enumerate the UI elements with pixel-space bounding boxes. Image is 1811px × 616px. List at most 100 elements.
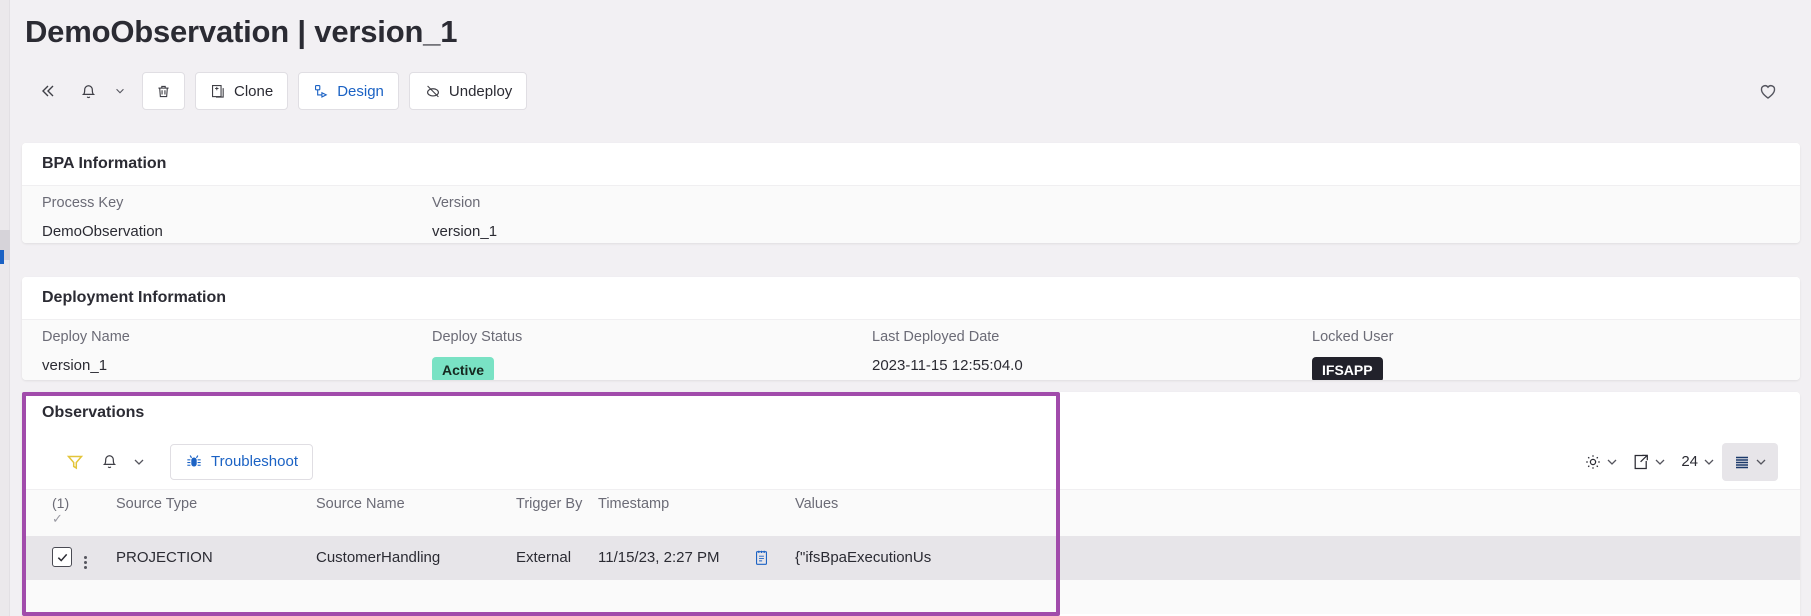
column-header-trigger-by[interactable]: Trigger By [516,489,598,536]
trash-icon [158,85,169,97]
select-all-check-icon[interactable]: ✓ [52,511,84,527]
observations-table: (1) ✓ Source Type Source Name Trigger By… [22,489,1800,580]
cell-timestamp: 11/15/23, 2:27 PM [598,535,753,580]
design-button-label: Design [337,82,384,100]
bug-icon [187,454,201,466]
observations-toolbar-right: 24 [1577,434,1778,489]
clone-icon [211,84,224,98]
deployment-information-card: Deployment Information Deploy Name versi… [22,277,1800,380]
deployment-information-fields: Deploy Name version_1 Deploy Status Acti… [22,319,1800,380]
undeploy-button[interactable]: Undeploy [408,72,528,110]
version-value: version_1 [432,223,498,240]
favorite-button[interactable] [1749,72,1787,110]
bell-icon [102,455,116,469]
export-control[interactable] [1625,443,1673,481]
last-deployed-date-label: Last Deployed Date [872,329,1000,345]
bell-icon [81,84,95,98]
observations-notifications-button[interactable] [92,444,126,480]
bpa-information-fields: Process Key DemoObservation Version vers… [22,185,1800,243]
troubleshoot-button[interactable]: Troubleshoot [170,443,313,480]
observations-title: Observations [22,392,1800,434]
gear-icon [1586,454,1601,469]
notifications-button[interactable] [68,72,108,110]
view-mode-control[interactable] [1722,442,1778,481]
undeploy-button-label: Undeploy [448,82,513,100]
delete-button[interactable] [142,72,185,110]
table-header-row: (1) ✓ Source Type Source Name Trigger By… [22,489,1800,536]
column-header-values[interactable]: Values [795,489,1800,536]
design-button[interactable]: Design [298,72,399,110]
locked-user-badge: IFSAPP [1312,357,1383,380]
observations-card: Observations Troubleshoot 24 (1) ✓ Sourc… [22,392,1800,616]
list-view-icon [1736,456,1748,468]
chevron-down-icon [1607,459,1617,465]
clone-button-label: Clone [234,82,274,100]
observations-table-body: PROJECTION CustomerHandling External 11/… [22,535,1800,580]
process-key-label: Process Key [42,195,124,211]
locked-user-value-wrap: IFSAPP [1312,351,1712,380]
page-toolbar: Clone Design Undeploy [28,72,528,110]
left-scroll-rail[interactable] [0,0,10,616]
cell-trigger-by: External [516,535,598,580]
observations-toolbar: Troubleshoot 24 [22,434,1800,489]
settings-control[interactable] [1577,443,1625,481]
deploy-status-label: Deploy Status [432,329,523,345]
deployment-information-title: Deployment Information [22,277,1800,319]
column-header-timestamp[interactable]: Timestamp [598,489,753,536]
column-header-source-name[interactable]: Source Name [316,489,516,536]
process-key-value: DemoObservation [42,223,163,240]
version-label: Version [432,195,481,211]
notifications-dropdown-button[interactable] [108,72,132,110]
bpa-information-card: BPA Information Process Key DemoObservat… [22,143,1800,243]
filter-button[interactable] [58,444,92,480]
row-menu-icon[interactable] [84,556,87,569]
column-header-source-type[interactable]: Source Type [116,489,316,536]
select-all-header[interactable]: (1) ✓ [22,489,84,536]
row-checkbox[interactable] [52,547,72,568]
page-size-control[interactable]: 24 [1673,443,1722,481]
deploy-name-label: Deploy Name [42,329,130,345]
clone-button[interactable]: Clone [195,72,289,110]
troubleshoot-button-label: Troubleshoot [211,453,298,470]
row-menu-cell[interactable] [84,535,116,580]
page-title: DemoObservation | version_1 [25,14,458,49]
heart-icon [1760,85,1776,99]
chevron-down-icon [116,88,124,94]
cell-source-type: PROJECTION [116,535,316,580]
row-select-cell[interactable] [22,535,84,580]
chevron-down-icon [134,459,144,465]
deploy-name-value: version_1 [42,357,108,374]
undeploy-icon [426,85,439,98]
cell-values-icon[interactable] [753,535,795,580]
chevron-down-icon [1756,459,1766,465]
deploy-status-badge: Active [432,357,495,380]
chevron-down-icon [1704,459,1714,465]
app-window: DemoObservation | version_1 Clone Design… [0,0,1811,616]
collapse-button[interactable] [28,72,68,110]
chevron-down-icon [1655,459,1665,465]
cell-source-name: CustomerHandling [316,535,516,580]
deploy-status-value-wrap: Active [432,351,832,380]
page-size-value: 24 [1681,453,1698,470]
locked-user-label: Locked User [1312,329,1394,345]
deployment-fields-row: Deploy Name version_1 Deploy Status Acti… [22,320,1800,380]
observations-empty-space [22,579,1800,614]
bpa-labels-row: Process Key DemoObservation Version vers… [22,186,1800,243]
row-menu-header [84,489,116,536]
selected-count: (1) [52,495,70,511]
observations-table-head: (1) ✓ Source Type Source Name Trigger By… [22,489,1800,536]
export-icon [1634,454,1649,469]
page-header: DemoObservation | version_1 Clone Design… [10,0,1811,124]
last-deployed-date-value: 2023-11-15 12:55:04.0 [872,357,1023,374]
filter-icon [66,455,84,469]
bpa-information-title: BPA Information [22,143,1800,185]
left-rail-marker [0,250,4,264]
table-row[interactable]: PROJECTION CustomerHandling External 11/… [22,535,1800,580]
design-icon [315,84,328,98]
column-header-values-icon-spacer [753,489,795,536]
clipboard-icon [756,550,767,565]
check-icon [57,553,67,562]
cell-values: {"ifsBpaExecutionUs [795,535,1800,580]
double-chevron-left-icon [42,85,54,97]
observations-notifications-dropdown-button[interactable] [126,444,152,480]
